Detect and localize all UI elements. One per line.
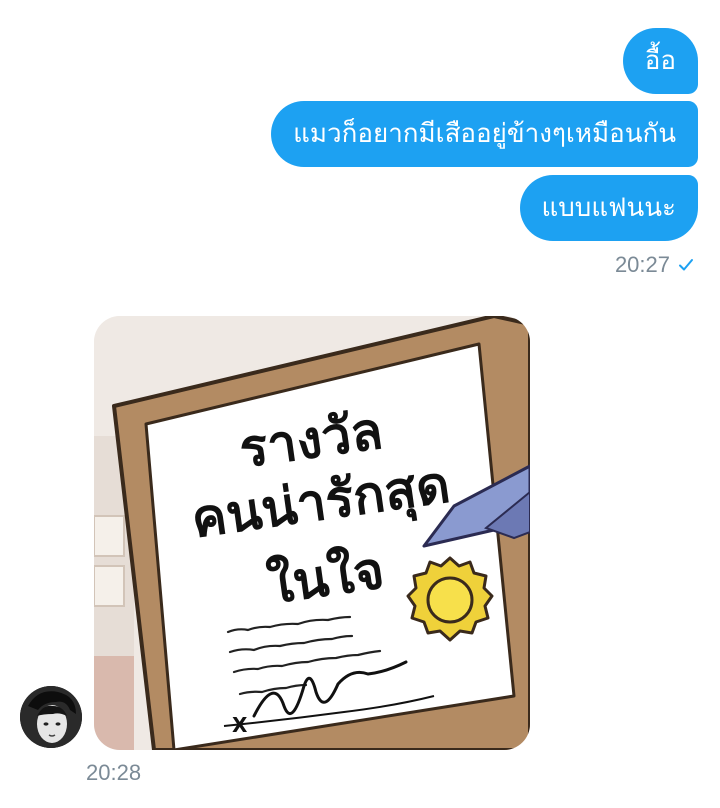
- message-text: แบบแฟนนะ: [541, 193, 676, 223]
- received-image-message[interactable]: X รางวัล คนน่ารักสุด ในใจ: [94, 316, 530, 750]
- sent-message-bubble[interactable]: แมวก็อยากมีเสืออยู่ข้างๆเหมือนกัน: [271, 101, 698, 167]
- sent-timestamp: 20:27: [615, 252, 694, 278]
- message-text: แมวก็อยากมีเสืออยู่ข้างๆเหมือนกัน: [293, 119, 676, 149]
- avatar[interactable]: [20, 686, 82, 748]
- sent-message-bubble[interactable]: แบบแฟนนะ: [519, 175, 698, 241]
- check-icon: [679, 259, 693, 271]
- received-timestamp: 20:28: [86, 760, 142, 785]
- chat-thread: อื้อ แมวก็อยากมีเสืออยู่ข้างๆเหมือนกัน แ…: [0, 0, 720, 808]
- message-text: อื้อ: [644, 46, 676, 76]
- x-mark: X: [232, 713, 248, 737]
- sent-message-bubble[interactable]: อื้อ: [622, 28, 698, 94]
- certificate-illustration: X: [94, 316, 530, 750]
- avatar-photo: [20, 686, 82, 748]
- timestamp-text: 20:27: [614, 252, 670, 277]
